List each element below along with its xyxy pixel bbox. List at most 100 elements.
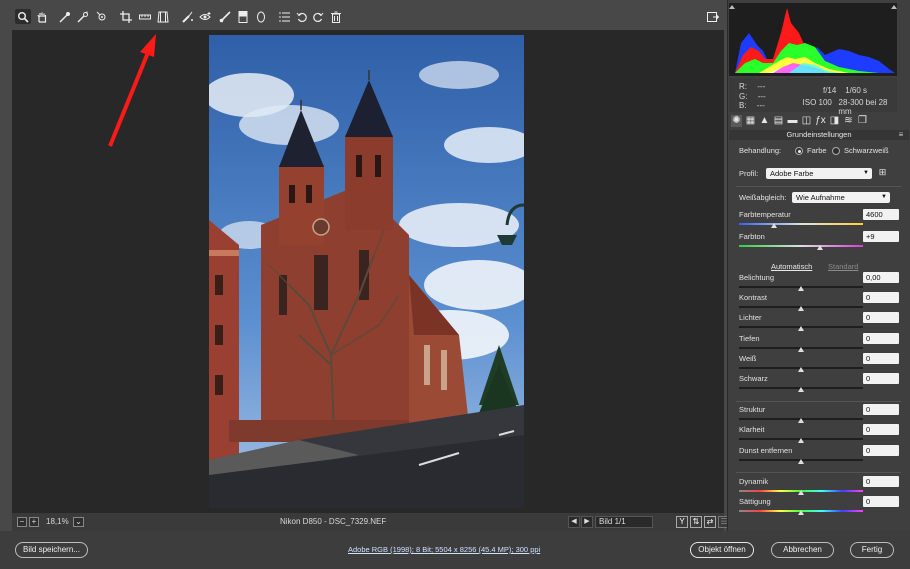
panel-menu-icon[interactable]: ≡ — [897, 131, 905, 139]
profile-browser-icon[interactable]: ⊞ — [877, 166, 888, 178]
slider-value-field[interactable]: 0 — [863, 476, 899, 487]
workflow-options-link[interactable]: Adobe RGB (1998); 8 Bit; 5504 x 8256 (45… — [348, 545, 540, 555]
slider-value-field[interactable]: 4600 — [863, 209, 899, 220]
save-image-button[interactable]: Bild speichern... — [15, 542, 88, 558]
wb-dropdown[interactable]: Wie Aufnahme ▼ — [792, 192, 890, 203]
profile-label: Profil: — [739, 169, 759, 178]
slider-value-field[interactable]: 0 — [863, 353, 899, 364]
slider-thumb[interactable] — [798, 459, 804, 464]
panel-tabs: ✺ ▦ ▲ ▤ ▬ ◫ ƒx ◨ ≋ ❐ — [729, 114, 909, 129]
zoom-icon[interactable] — [15, 9, 31, 24]
open-object-button[interactable]: Objekt öffnen — [690, 542, 754, 558]
slider-label: Dynamik — [739, 477, 769, 486]
slider-thumb[interactable] — [798, 418, 804, 423]
copy-settings-icon[interactable]: ⇄ — [704, 516, 716, 528]
slider-thumb[interactable] — [798, 490, 804, 495]
camera-info: R: --- G: --- B: --- f/14 1/60 s ISO 100… — [729, 78, 897, 116]
graduated-filter-icon[interactable] — [236, 10, 250, 24]
zoom-out-button[interactable]: − — [17, 517, 27, 527]
calibration-tab-icon[interactable]: ◨ — [829, 115, 840, 127]
swap-settings-icon[interactable]: ⇅ — [690, 516, 702, 528]
slider-thumb[interactable] — [798, 510, 804, 515]
slider-label: Farbton — [739, 232, 765, 241]
fullscreen-icon[interactable] — [706, 10, 720, 24]
slider-thumb[interactable] — [798, 367, 804, 372]
slider-label: Farbtemperatur — [739, 210, 791, 219]
slider-thumb[interactable] — [816, 245, 823, 250]
red-eye-icon[interactable] — [198, 10, 212, 24]
rgb-readout: R: --- G: --- B: --- — [739, 82, 766, 110]
trash-icon[interactable] — [329, 10, 343, 24]
divider — [736, 472, 901, 473]
slider-thumb[interactable] — [798, 326, 804, 331]
slider-label: Belichtung — [739, 273, 775, 282]
previous-image-button[interactable]: ◀ — [568, 516, 580, 528]
slider-thumb[interactable] — [798, 387, 804, 392]
cancel-button[interactable]: Abbrechen — [771, 542, 834, 558]
transform-icon[interactable] — [156, 10, 170, 24]
slider-label: Weiß — [739, 354, 757, 363]
before-after-toggle[interactable]: Y — [676, 516, 688, 528]
bottom-bar: Bild speichern... Adobe RGB (1998); 8 Bi… — [0, 531, 910, 569]
treatment-label: Behandlung: — [739, 146, 782, 155]
slider-thumb[interactable] — [770, 223, 777, 228]
straighten-icon[interactable] — [138, 10, 152, 24]
slider-label: Dunst entfernen — [739, 446, 793, 455]
basic-tab-icon[interactable]: ✺ — [731, 115, 742, 127]
slider-thumb[interactable] — [798, 286, 804, 291]
adjustment-brush-icon[interactable] — [218, 10, 232, 24]
snapshots-tab-icon[interactable]: ❐ — [857, 115, 868, 127]
radial-filter-icon[interactable] — [254, 10, 268, 24]
rotate-right-icon[interactable] — [311, 10, 325, 24]
slider-thumb[interactable] — [798, 438, 804, 443]
lens-tab-icon[interactable]: ◫ — [801, 115, 812, 127]
divider — [736, 401, 901, 402]
slider-thumb[interactable] — [798, 347, 804, 352]
slider-track[interactable] — [739, 245, 863, 247]
hsl-tab-icon[interactable]: ▤ — [773, 115, 784, 127]
slider-value-field[interactable]: 0 — [863, 292, 899, 303]
slider-label: Tiefen — [739, 334, 760, 343]
split-toning-tab-icon[interactable]: ▬ — [787, 115, 798, 127]
tone-curve-tab-icon[interactable]: ▦ — [745, 115, 756, 127]
white-balance-icon[interactable] — [58, 10, 72, 24]
default-link[interactable]: Standard — [828, 262, 858, 272]
zoom-dropdown-icon[interactable]: ⌄ — [73, 517, 84, 527]
slider-value-field[interactable]: +9 — [863, 231, 899, 242]
hand-icon[interactable] — [35, 10, 49, 24]
image-canvas[interactable] — [12, 30, 724, 513]
adjustment-panel: R: --- G: --- B: --- f/14 1/60 s ISO 100… — [727, 0, 910, 531]
section-header: Grundeinstellungen ≡ — [729, 130, 909, 140]
zoom-level: 18,1% — [46, 517, 69, 526]
color-sampler-icon[interactable] — [76, 10, 90, 24]
slider-value-field[interactable]: 0 — [863, 404, 899, 415]
next-image-button[interactable]: ▶ — [581, 516, 593, 528]
slider-value-field[interactable]: 0 — [863, 333, 899, 344]
presets-tab-icon[interactable]: ≋ — [843, 115, 854, 127]
profile-dropdown[interactable]: Adobe Farbe ▼ — [766, 168, 872, 179]
slider-value-field[interactable]: 0,00 — [863, 272, 899, 283]
slider-value-field[interactable]: 0 — [863, 496, 899, 507]
presets-icon[interactable] — [278, 10, 292, 24]
section-title: Grundeinstellungen — [786, 130, 852, 139]
slider-label: Kontrast — [739, 293, 767, 302]
spot-removal-icon[interactable] — [181, 10, 195, 24]
slider-value-field[interactable]: 0 — [863, 312, 899, 323]
zoom-in-button[interactable]: + — [29, 517, 39, 527]
slider-label: Schwarz — [739, 374, 768, 383]
crop-icon[interactable] — [119, 10, 133, 24]
target-adjust-icon[interactable] — [95, 10, 109, 24]
rotate-left-icon[interactable] — [295, 10, 309, 24]
slider-track[interactable] — [739, 223, 863, 225]
detail-tab-icon[interactable]: ▲ — [759, 115, 770, 127]
slider-value-field[interactable]: 0 — [863, 373, 899, 384]
treatment-color-label: Farbe — [807, 146, 827, 155]
treatment-color-radio[interactable] — [795, 147, 803, 155]
slider-value-field[interactable]: 0 — [863, 424, 899, 435]
treatment-bw-radio[interactable] — [832, 147, 840, 155]
slider-thumb[interactable] — [798, 306, 804, 311]
effects-tab-icon[interactable]: ƒx — [815, 115, 826, 127]
done-button[interactable]: Fertig — [850, 542, 894, 558]
slider-value-field[interactable]: 0 — [863, 445, 899, 456]
auto-link[interactable]: Automatisch — [771, 262, 812, 272]
